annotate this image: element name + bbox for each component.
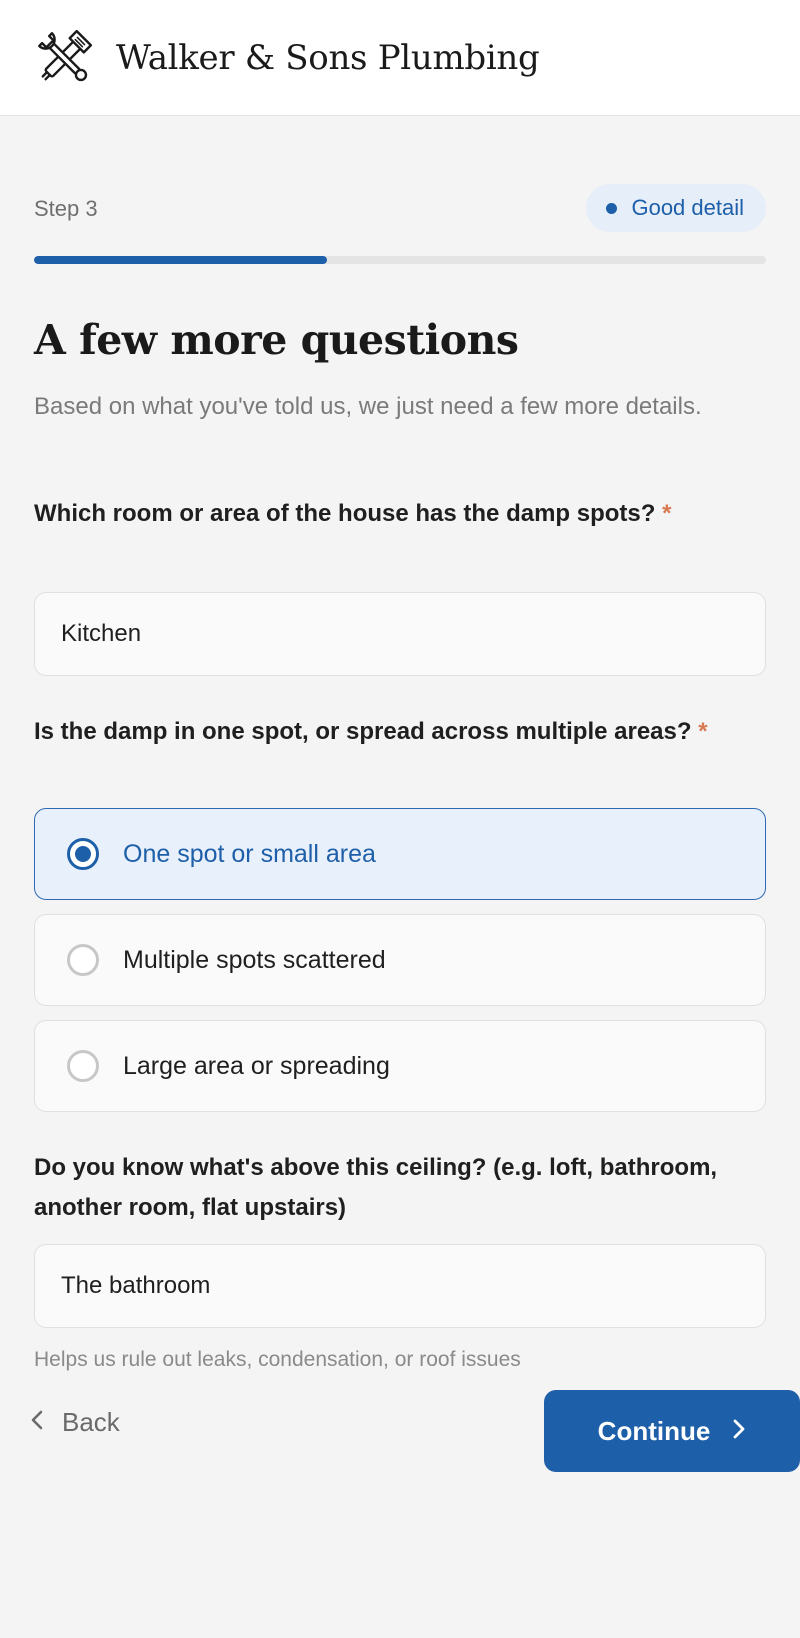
page-subtitle: Based on what you've told us, we just ne… [34, 393, 702, 420]
option-one-spot[interactable]: One spot or small area [34, 808, 766, 900]
back-button[interactable]: Back [30, 1392, 120, 1452]
page-title: A few more questions [34, 316, 519, 364]
radio-button[interactable] [67, 944, 99, 976]
brand-name: Walker & Sons Plumbing [116, 37, 540, 78]
continue-button[interactable]: Continue [544, 1390, 800, 1472]
detail-quality-badge: Good detail [586, 184, 766, 232]
room-question-label: Which room or area of the house has the … [34, 494, 766, 534]
spread-question-label: Is the damp in one spot, or spread acros… [34, 712, 766, 752]
radio-selected-dot [75, 846, 91, 862]
spread-question-text: Is the damp in one spot, or spread acros… [34, 718, 692, 745]
option-label: Multiple spots scattered [123, 945, 386, 974]
chevron-left-icon [30, 1407, 44, 1438]
option-label: Large area or spreading [123, 1051, 390, 1080]
room-input[interactable]: Kitchen [34, 592, 766, 676]
step-indicator: Step 3 Good detail [34, 184, 766, 232]
above-ceiling-input[interactable]: The bathroom [34, 1244, 766, 1328]
room-question-text: Which room or area of the house has the … [34, 500, 656, 527]
radio-button[interactable] [67, 1050, 99, 1082]
option-multiple-spots[interactable]: Multiple spots scattered [34, 914, 766, 1006]
detail-quality-label: Good detail [631, 195, 744, 220]
back-button-label: Back [62, 1406, 120, 1437]
chevron-right-icon [732, 1416, 746, 1447]
above-ceiling-question-label: Do you know what's above this ceiling? (… [34, 1154, 718, 1221]
progress-bar [34, 256, 766, 264]
step-label: Step 3 [34, 196, 98, 221]
required-marker: * [698, 718, 708, 745]
required-marker: * [662, 500, 672, 527]
above-ceiling-helper-text: Helps us rule out leaks, condensation, o… [34, 1348, 521, 1371]
app-header: Walker & Sons Plumbing [0, 0, 800, 116]
status-dot-icon [606, 202, 618, 214]
option-label: One spot or small area [123, 839, 376, 868]
continue-button-label: Continue [597, 1415, 711, 1446]
room-input-value: Kitchen [61, 620, 142, 647]
above-ceiling-input-value: The bathroom [61, 1272, 211, 1299]
option-large-area[interactable]: Large area or spreading [34, 1020, 766, 1112]
wrench-and-pipe-wrench-icon [30, 24, 98, 92]
progress-bar-fill [34, 256, 327, 264]
radio-button[interactable] [67, 838, 99, 870]
